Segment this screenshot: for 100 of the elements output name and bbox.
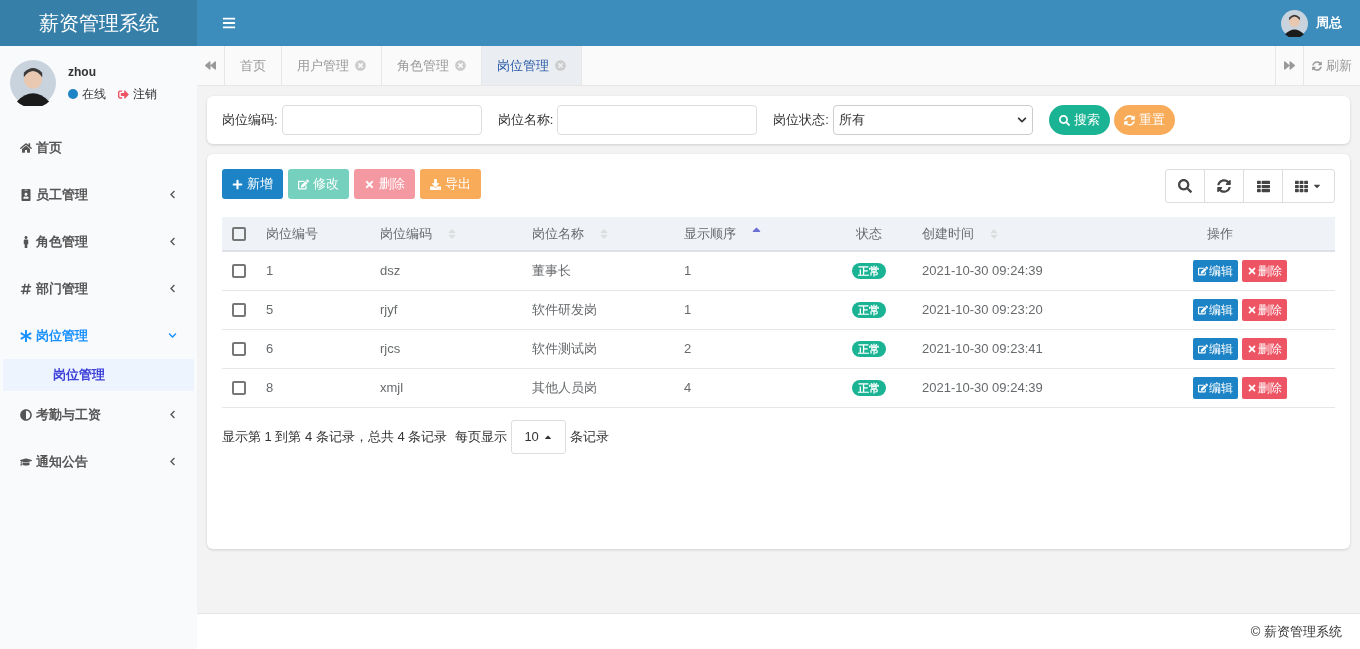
pagination-summary: 显示第 1 到第 4 条记录，总共 4 条记录 (222, 427, 448, 446)
copyright-text: © 薪资管理系统 (1250, 622, 1342, 641)
delete-button[interactable]: 删除 (1242, 337, 1287, 360)
online-status: 在线 (82, 86, 106, 103)
pencil-icon (1198, 304, 1208, 315)
table-cell: 2021-10-30 09:24:39 (922, 263, 1043, 278)
input-field[interactable] (281, 105, 482, 135)
table-cell: 2 (684, 340, 692, 356)
checkbox[interactable] (232, 380, 246, 395)
status-badge: 正常 (852, 301, 886, 318)
list-icon (1256, 179, 1270, 193)
cross-icon (1247, 265, 1257, 276)
sidebar-item[interactable]: 员工管理 (0, 171, 197, 218)
search-icon (1178, 179, 1192, 193)
delete-button[interactable]: 删除 (1242, 376, 1287, 399)
filter-label: 岗位名称: (497, 111, 554, 130)
refresh-button[interactable]: 刷新 (1303, 46, 1360, 85)
page-size-button[interactable]: 10 (511, 419, 566, 454)
table-cell: rjyf (380, 301, 398, 317)
page-size-suffix: 条记录 (569, 427, 609, 446)
cross-icon (1247, 382, 1257, 393)
app-title: 薪资管理系统 (0, 0, 197, 46)
edit-button[interactable]: 编辑 (1193, 337, 1238, 360)
pencil-icon (1198, 343, 1208, 354)
delete-button[interactable]: 删除 (1242, 298, 1287, 321)
table-cell: 2021-10-30 09:23:41 (922, 340, 1043, 356)
table-cell: dsz (380, 263, 401, 278)
table-cell: 1 (684, 263, 692, 278)
checkbox[interactable] (232, 302, 246, 317)
status-badge: 正常 (852, 379, 886, 396)
chevron-icon (168, 284, 177, 293)
chevron-icon (168, 457, 177, 466)
table-cell: 5 (266, 301, 274, 317)
checkbox[interactable] (232, 263, 246, 278)
table-cell: 董事长 (532, 263, 571, 278)
column-header[interactable]: 显示顺序 (684, 223, 736, 244)
table-cell: xmjl (380, 379, 404, 395)
column-header[interactable]: 岗位编号 (266, 223, 318, 244)
rewind-icon (205, 60, 216, 71)
logout-icon (118, 88, 129, 100)
edit-button[interactable]: 编辑 (1193, 376, 1238, 399)
pencil-icon (298, 178, 309, 190)
table-cell: 8 (266, 379, 274, 395)
refresh-icon (1123, 114, 1135, 126)
pencil-icon (1198, 382, 1208, 393)
filter-button[interactable]: 搜索 (1048, 105, 1110, 135)
table-cell: 4 (684, 379, 692, 395)
user-name: zhou (68, 64, 97, 81)
cross-icon (1247, 304, 1257, 315)
filter-label: 岗位状态: (773, 111, 829, 130)
page-tab[interactable]: 用户管理 (282, 46, 382, 85)
table-cell: 2021-10-30 09:24:39 (922, 379, 1043, 395)
chevron-icon (1016, 115, 1027, 125)
table-cell: rjcs (380, 340, 401, 356)
fast-forward-icon (1284, 60, 1295, 71)
column-header[interactable]: 岗位编码 (380, 223, 432, 244)
chevron-icon (168, 190, 177, 199)
toolbar-button[interactable]: 新增 (222, 169, 283, 199)
table-cell: 软件研发岗 (532, 301, 597, 317)
sidebar-item[interactable]: 岗位管理 (0, 312, 197, 359)
sidebar-subitem[interactable]: 岗位管理 (3, 359, 194, 391)
column-header[interactable]: 岗位名称 (532, 223, 584, 244)
avatar-icon (1281, 9, 1308, 37)
sidebar-item[interactable]: 通知公告 (0, 438, 197, 485)
table-cell: 6 (266, 340, 274, 356)
checkbox[interactable] (232, 341, 246, 356)
logout-link[interactable]: 注销 (133, 85, 157, 103)
table-cell: 其他人员岗 (532, 379, 597, 395)
input-field[interactable] (557, 105, 758, 135)
edit-button[interactable]: 编辑 (1193, 298, 1238, 321)
search-icon (1058, 114, 1070, 126)
chevron-icon (168, 410, 177, 419)
edit-button[interactable]: 编辑 (1193, 259, 1238, 282)
column-header[interactable]: 操作 (1206, 223, 1233, 244)
cross-icon (1247, 343, 1257, 354)
refresh-icon (1217, 179, 1231, 193)
table-cell: 1 (684, 301, 692, 317)
header-user-name[interactable]: 周总 (1316, 13, 1342, 33)
table-cell: 2021-10-30 09:23:20 (922, 301, 1043, 317)
cross-icon (364, 178, 375, 190)
sidebar-item[interactable]: 角色管理 (0, 218, 197, 265)
sidebar-item[interactable]: 部门管理 (0, 265, 197, 312)
status-badge: 正常 (852, 340, 886, 357)
download-icon (430, 178, 441, 190)
grid-icon (1295, 179, 1308, 193)
chevron-icon (168, 237, 177, 246)
sidebar-item[interactable]: 首页 (0, 124, 197, 171)
table-cell: 软件测试岗 (532, 340, 597, 356)
filter-label: 岗位编码: (222, 111, 278, 130)
pencil-icon (1198, 265, 1208, 276)
column-header[interactable]: 创建时间 (922, 223, 974, 244)
page-tab[interactable]: 首页 (225, 46, 282, 85)
delete-button[interactable]: 删除 (1242, 259, 1287, 282)
status-select[interactable]: 所有 (832, 105, 1033, 135)
sidebar-item[interactable]: 考勤与工资 (0, 391, 197, 438)
refresh-icon (1312, 60, 1322, 71)
page-tab[interactable]: 岗位管理 (482, 46, 582, 85)
column-header[interactable]: 状态 (856, 223, 882, 244)
avatar-icon (10, 60, 56, 106)
checkbox[interactable] (232, 226, 246, 241)
